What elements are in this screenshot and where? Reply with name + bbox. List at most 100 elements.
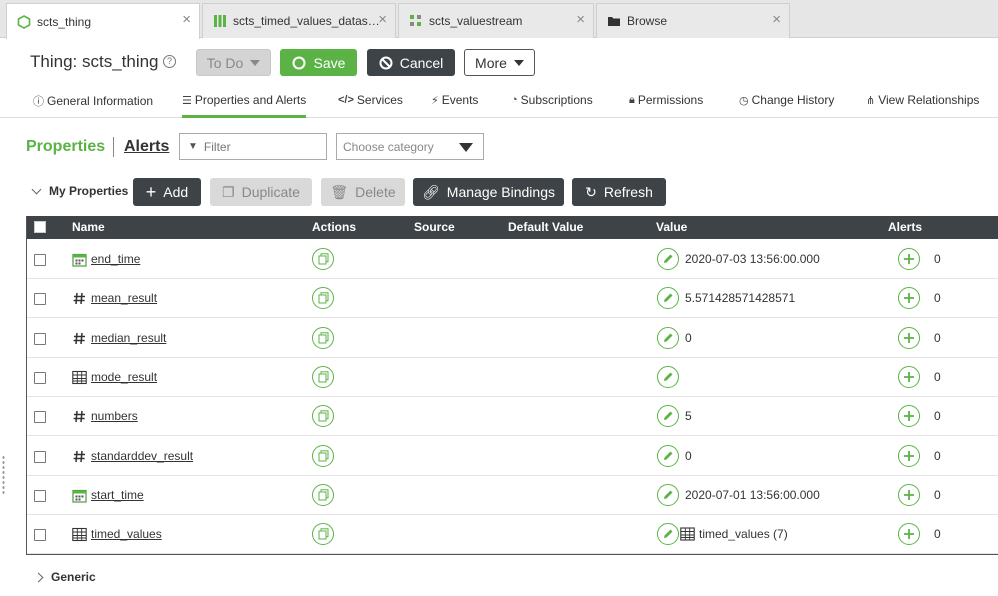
edit-value-button[interactable]: [657, 405, 679, 428]
tab-services[interactable]: </> Services: [338, 93, 403, 107]
close-icon[interactable]: ×: [772, 12, 781, 27]
col-name[interactable]: Name: [72, 220, 105, 234]
tab-view-relationships[interactable]: ⋔ View Relationships: [866, 93, 979, 107]
table-row[interactable]: standarddev_result 0 0: [27, 437, 998, 476]
link-icon: 🔗︎: [422, 183, 440, 200]
close-icon[interactable]: ×: [378, 12, 387, 27]
row-checkbox[interactable]: [34, 529, 46, 542]
table-row[interactable]: median_result 0 0: [27, 319, 998, 358]
properties-toggle[interactable]: Properties: [26, 138, 105, 156]
resize-handle[interactable]: [2, 455, 5, 495]
table-row[interactable]: end_time 2020-07-03 13:56:00.000 0: [27, 240, 998, 279]
delete-label: Delete: [355, 184, 396, 200]
refresh-button[interactable]: ↻ Refresh: [572, 178, 666, 206]
table-row[interactable]: mode_result 0: [27, 358, 998, 397]
group-label: My Properties: [49, 184, 129, 198]
plus-icon: +: [145, 181, 157, 202]
tab-scts-thing[interactable]: scts_thing ×: [6, 3, 200, 39]
edit-value-button[interactable]: [657, 248, 679, 270]
hash-icon: [73, 411, 85, 423]
tab-events[interactable]: ⚡ Events: [431, 93, 478, 107]
property-action-button[interactable]: [312, 287, 334, 310]
edit-value-button[interactable]: [657, 444, 679, 467]
property-action-button[interactable]: [312, 483, 334, 506]
row-checkbox[interactable]: [34, 489, 46, 502]
property-value: 5.571428571428571: [685, 291, 795, 305]
duplicate-button[interactable]: ❐ Duplicate: [210, 178, 312, 206]
hash-icon: [73, 332, 85, 344]
tab-subscriptions[interactable]: ◔ Subscriptions: [511, 93, 593, 107]
property-name-link[interactable]: numbers: [91, 409, 138, 423]
help-icon[interactable]: ?: [163, 55, 176, 68]
edit-value-button[interactable]: [657, 483, 679, 506]
close-icon[interactable]: ×: [182, 12, 191, 27]
plus-icon: [904, 529, 914, 540]
save-button[interactable]: Save: [280, 49, 357, 76]
add-alert-button[interactable]: [898, 248, 920, 270]
alert-count: 0: [934, 487, 941, 502]
property-name-link[interactable]: standarddev_result: [91, 449, 193, 463]
close-icon[interactable]: ×: [576, 12, 585, 27]
row-checkbox[interactable]: [34, 371, 46, 384]
select-all-checkbox[interactable]: [34, 221, 46, 233]
add-alert-button[interactable]: [898, 523, 920, 546]
property-action-button[interactable]: [312, 405, 334, 428]
property-name-link[interactable]: mean_result: [91, 291, 157, 305]
chevron-down-icon: [31, 184, 42, 194]
table-row[interactable]: mean_result 5.571428571428571 0: [27, 279, 998, 319]
edit-value-button[interactable]: [657, 326, 679, 349]
delete-button[interactable]: 🗑︎ Delete: [321, 178, 405, 206]
property-name-link[interactable]: timed_values: [91, 527, 162, 541]
alert-count: 0: [934, 448, 941, 463]
property-action-button[interactable]: [312, 248, 334, 270]
table-row[interactable]: start_time 2020-07-01 13:56:00.000 0: [27, 476, 998, 515]
property-name-link[interactable]: end_time: [91, 252, 140, 266]
property-action-button[interactable]: [312, 523, 334, 546]
property-action-button[interactable]: [312, 326, 334, 349]
row-checkbox[interactable]: [34, 411, 46, 424]
row-checkbox[interactable]: [34, 293, 46, 306]
add-alert-button[interactable]: [898, 326, 920, 349]
copy-icon: [318, 253, 328, 265]
property-name-link[interactable]: start_time: [91, 488, 144, 502]
table-row[interactable]: numbers 5 0: [27, 397, 998, 437]
category-select[interactable]: Choose category: [336, 133, 484, 160]
more-dropdown[interactable]: More: [464, 49, 535, 76]
tab-browse[interactable]: Browse ×: [596, 3, 790, 38]
add-alert-button[interactable]: [898, 444, 920, 467]
edit-value-button[interactable]: [657, 523, 679, 546]
alerts-toggle[interactable]: Alerts: [124, 138, 169, 156]
row-checkbox[interactable]: [34, 450, 46, 463]
row-checkbox[interactable]: [34, 254, 46, 266]
tab-change-history[interactable]: ◷ Change History: [739, 93, 834, 107]
property-action-button[interactable]: [312, 365, 334, 388]
tab-valuestream[interactable]: scts_valuestream ×: [398, 3, 594, 38]
property-name-link[interactable]: mode_result: [91, 370, 157, 384]
add-alert-button[interactable]: [898, 287, 920, 310]
generic-group-toggle[interactable]: Generic: [33, 570, 96, 584]
tab-permissions[interactable]: 🔒︎ Permissions: [629, 93, 703, 107]
value-text: 2020-07-03 13:56:00.000: [685, 252, 820, 266]
tab-general-information[interactable]: ⓘ General Information: [33, 93, 153, 109]
manage-bindings-button[interactable]: 🔗︎ Manage Bindings: [413, 178, 564, 206]
todo-dropdown[interactable]: To Do: [196, 49, 271, 76]
tab-properties-and-alerts[interactable]: ☰ Properties and Alerts: [182, 93, 307, 118]
edit-value-button[interactable]: [657, 365, 679, 388]
cancel-button[interactable]: Cancel: [367, 49, 455, 76]
tab-label: Properties and Alerts: [194, 93, 307, 107]
add-alert-button[interactable]: [898, 405, 920, 428]
add-alert-button[interactable]: [898, 365, 920, 388]
tab-timed-values-datashape[interactable]: scts_timed_values_datas… ×: [202, 3, 396, 38]
filter-input[interactable]: ▼ Filter: [179, 133, 327, 160]
table-icon: [72, 370, 87, 384]
my-properties-group-toggle[interactable]: My Properties: [31, 184, 129, 198]
add-alert-button[interactable]: [898, 483, 920, 506]
table-row[interactable]: timed_values timed_values (7) 0: [27, 515, 998, 555]
row-checkbox[interactable]: [34, 332, 46, 345]
property-name-link[interactable]: median_result: [91, 331, 166, 345]
add-button[interactable]: + Add: [133, 178, 201, 206]
ban-icon: [379, 56, 393, 69]
tab-label: Events: [441, 93, 479, 107]
edit-value-button[interactable]: [657, 287, 679, 310]
property-action-button[interactable]: [312, 444, 334, 467]
